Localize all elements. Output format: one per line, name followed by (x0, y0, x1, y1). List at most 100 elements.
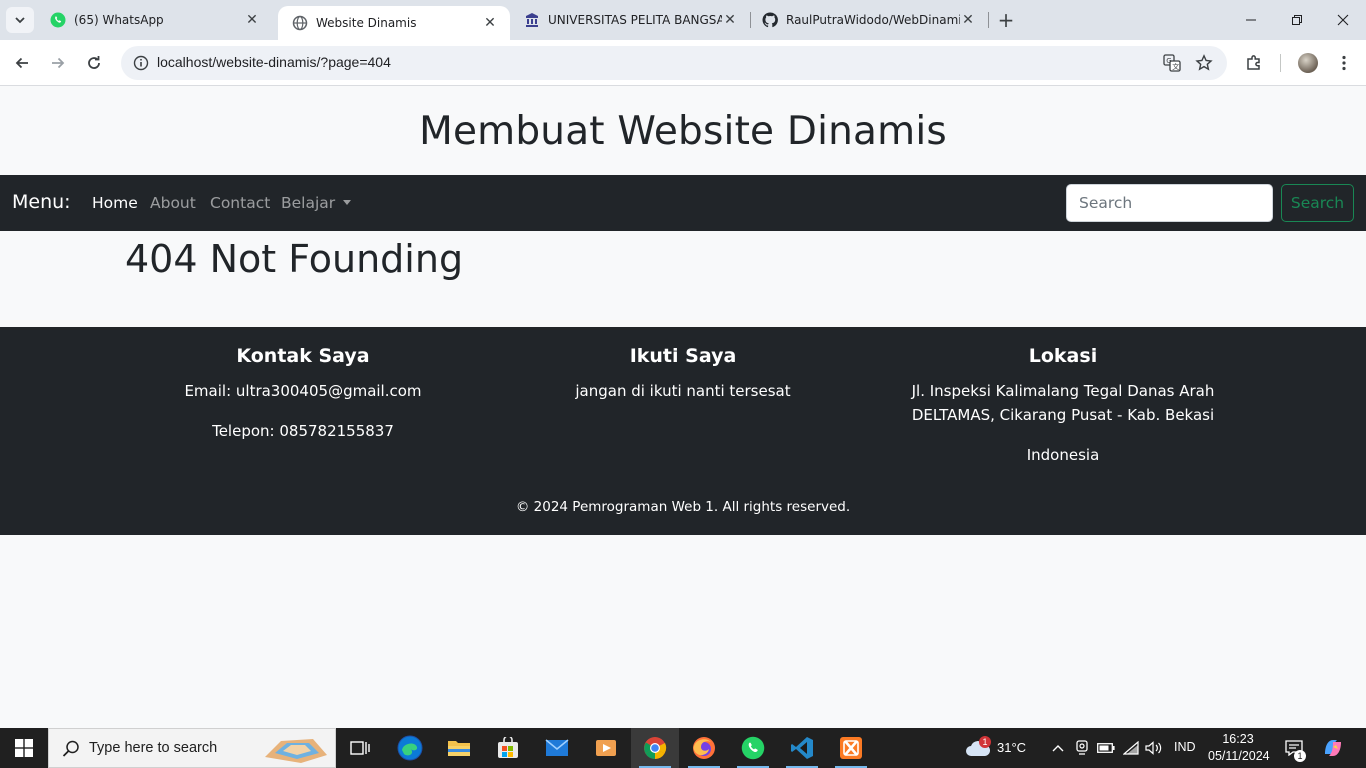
notification-badge: 1 (1294, 750, 1306, 762)
tab-separator (988, 12, 989, 28)
close-icon[interactable]: ✕ (482, 15, 498, 31)
footer-contact-section: Kontak Saya Email: ultra300405@gmail.com… (113, 343, 493, 459)
bookmark-star-icon[interactable] (1192, 51, 1216, 75)
address-bar[interactable]: localhost/website-dinamis/?page=404 G文 (121, 46, 1227, 80)
minimize-button[interactable] (1228, 0, 1274, 40)
not-found-heading: 404 Not Founding (125, 237, 464, 281)
web-page: Membuat Website Dinamis Menu: Home About… (0, 87, 1366, 728)
close-icon[interactable]: ✕ (722, 12, 738, 28)
close-window-button[interactable] (1320, 0, 1366, 40)
battery-icon[interactable] (1096, 738, 1116, 758)
browser-toolbar: localhost/website-dinamis/?page=404 G文 (0, 40, 1366, 86)
media-player-icon (596, 740, 616, 756)
task-view-button[interactable] (336, 728, 384, 768)
navbar: Menu: Home About Contact Belajar Search (0, 175, 1366, 231)
tab-search-button[interactable] (6, 7, 34, 33)
puzzle-icon (1247, 55, 1260, 70)
tab-title: Website Dinamis (316, 16, 417, 30)
translate-icon[interactable]: G文 (1160, 51, 1184, 75)
volume-icon[interactable] (1144, 738, 1164, 758)
taskbar-firefox[interactable] (680, 728, 728, 768)
taskbar-whatsapp[interactable] (729, 728, 777, 768)
nav-link-about[interactable]: About (150, 194, 196, 212)
weather-badge: 1 (979, 736, 991, 748)
reload-icon (88, 56, 100, 69)
folder-icon (448, 741, 470, 756)
meet-now-icon[interactable] (1072, 738, 1092, 758)
nav-dropdown-belajar[interactable]: Belajar (281, 194, 352, 212)
tab-title: UNIVERSITAS PELITA BANGSA (548, 13, 722, 27)
weather-temperature[interactable]: 31°C (997, 740, 1026, 755)
vscode-icon (791, 737, 813, 759)
taskbar-search-box[interactable]: Type here to search (48, 728, 336, 768)
footer-address: Jl. Inspeksi Kalimalang Tegal Danas Arah… (873, 379, 1253, 427)
extensions-button[interactable] (1240, 49, 1268, 77)
restore-button[interactable] (1274, 0, 1320, 40)
footer-follow-heading: Ikuti Saya (629, 345, 737, 367)
whatsapp-icon (741, 736, 765, 760)
show-hidden-icons-button[interactable] (1048, 738, 1068, 758)
search-button[interactable]: Search (1281, 184, 1354, 222)
university-icon (526, 13, 538, 27)
whatsapp-icon (50, 12, 66, 28)
footer-email: Email: ultra300405@gmail.com (184, 382, 422, 400)
navbar-brand[interactable]: Menu: (12, 191, 71, 213)
site-footer: Kontak Saya Email: ultra300405@gmail.com… (0, 327, 1366, 535)
tab-github[interactable]: RaulPutraWidodo/WebDinamis ✕ (748, 0, 988, 40)
start-button[interactable] (0, 728, 48, 768)
avatar (1298, 53, 1318, 73)
reload-button[interactable] (78, 47, 110, 79)
windows-logo-icon (15, 739, 33, 757)
taskbar-media-player[interactable] (582, 728, 630, 768)
site-header: Membuat Website Dinamis (0, 87, 1366, 175)
input-language[interactable]: IND (1174, 740, 1196, 754)
nav-link-home[interactable]: Home (92, 194, 138, 212)
site-info-icon[interactable] (129, 51, 153, 75)
back-button[interactable] (6, 47, 38, 79)
clock[interactable]: 16:23 05/11/2024 (1208, 731, 1270, 765)
menu-button[interactable] (1330, 49, 1358, 77)
search-input[interactable] (1066, 184, 1273, 222)
tab-title: (65) WhatsApp (74, 13, 164, 27)
svg-text:文: 文 (1172, 62, 1179, 71)
copilot-button[interactable] (1322, 737, 1344, 759)
taskbar-mail[interactable] (533, 728, 581, 768)
new-tab-button[interactable]: + (994, 8, 1018, 32)
caret-down-icon (343, 200, 352, 205)
taskbar-file-explorer[interactable] (435, 728, 483, 768)
footer-location-section: Lokasi Jl. Inspeksi Kalimalang Tegal Dan… (873, 343, 1253, 483)
toolbar-divider (1280, 54, 1281, 72)
xampp-icon (840, 737, 862, 759)
taskbar-edge[interactable] (386, 728, 434, 768)
taskbar-vscode[interactable] (778, 728, 826, 768)
tab-whatsapp[interactable]: (65) WhatsApp ✕ (36, 0, 272, 40)
footer-follow-section: Ikuti Saya jangan di ikuti nanti tersesa… (493, 343, 873, 419)
forward-button[interactable] (42, 47, 74, 79)
wifi-icon[interactable] (1121, 738, 1141, 758)
globe-icon (292, 15, 308, 31)
clock-date: 05/11/2024 (1208, 749, 1270, 763)
taskbar-chrome[interactable] (631, 728, 679, 768)
nav-link-contact[interactable]: Contact (210, 194, 270, 212)
firefox-icon (693, 737, 715, 759)
tab-website-dinamis[interactable]: Website Dinamis ✕ (278, 6, 510, 40)
minimize-icon (1246, 19, 1256, 21)
edge-icon (397, 735, 423, 761)
tab-universitas[interactable]: UNIVERSITAS PELITA BANGSA ✕ (510, 0, 750, 40)
profile-button[interactable] (1294, 49, 1322, 77)
address-line-1: Jl. Inspeksi Kalimalang Tegal Danas Arah (911, 382, 1215, 400)
close-icon (1337, 14, 1349, 26)
url-text[interactable]: localhost/website-dinamis/?page=404 (157, 54, 391, 70)
search-icon (62, 740, 79, 757)
site-title: Membuat Website Dinamis (419, 108, 947, 154)
plus-icon: + (997, 8, 1015, 32)
footer-follow-text: jangan di ikuti nanti tersesat (575, 382, 791, 400)
close-icon[interactable]: ✕ (960, 12, 976, 28)
taskbar-xampp[interactable] (827, 728, 875, 768)
footer-contact-heading: Kontak Saya (236, 345, 370, 367)
footer-location-heading: Lokasi (1028, 345, 1098, 367)
taskbar-store[interactable] (484, 728, 532, 768)
close-icon[interactable]: ✕ (244, 12, 260, 28)
restore-icon (1292, 15, 1302, 25)
footer-phone: Telepon: 085782155837 (212, 422, 394, 440)
